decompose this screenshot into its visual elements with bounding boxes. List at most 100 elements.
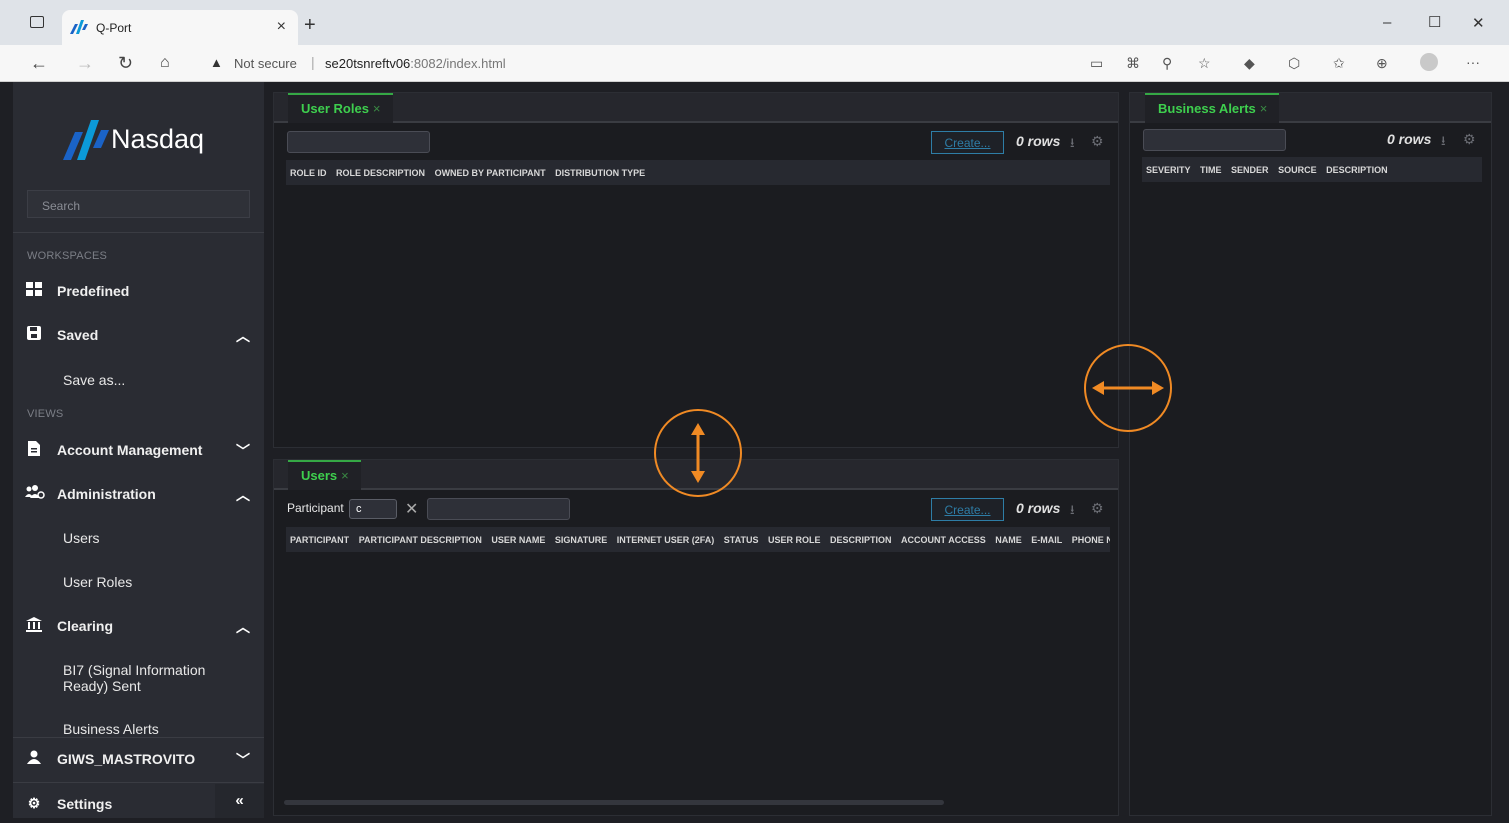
- download-icon[interactable]: ⭳: [1070, 134, 1075, 156]
- extension-icon[interactable]: ◆: [1244, 55, 1255, 72]
- chevron-down-icon[interactable]: ﹀: [236, 441, 250, 461]
- favorite-star-icon[interactable]: ☆: [1198, 55, 1211, 72]
- app-available-icon[interactable]: ⌘: [1126, 55, 1140, 72]
- sidebar-item-label: Predefined: [57, 283, 130, 299]
- business-alerts-filter-input[interactable]: [1143, 129, 1286, 151]
- horizontal-scrollbar[interactable]: [284, 800, 944, 805]
- tab-label: User Roles: [301, 101, 369, 116]
- column-header[interactable]: PARTICIPANT: [290, 535, 349, 545]
- sidebar-item-clearing[interactable]: Clearing ︿: [13, 605, 264, 645]
- create-user-button[interactable]: Create...: [931, 498, 1004, 521]
- column-header[interactable]: NAME: [995, 535, 1022, 545]
- minimize-button[interactable]: –: [1383, 14, 1391, 31]
- participant-input[interactable]: c: [349, 499, 397, 519]
- puzzle-icon[interactable]: ⬡: [1288, 55, 1300, 72]
- column-header[interactable]: STATUS: [724, 535, 759, 545]
- close-tab-icon[interactable]: ×: [373, 101, 381, 116]
- column-header[interactable]: SENDER: [1231, 165, 1269, 175]
- sidebar-item-label: Settings: [57, 796, 113, 812]
- column-header[interactable]: USER NAME: [491, 535, 545, 545]
- new-tab-button[interactable]: +: [304, 14, 316, 37]
- column-header[interactable]: OWNED BY PARTICIPANT: [435, 168, 546, 178]
- sidebar-item-label: Clearing: [57, 618, 114, 634]
- sidebar-subitem-user-roles[interactable]: User Roles: [63, 574, 132, 590]
- column-header[interactable]: INTERNET USER (2FA): [617, 535, 715, 545]
- sidebar-item-label: Administration: [57, 486, 156, 502]
- document-icon: [25, 441, 43, 459]
- sidebar-search-input[interactable]: Search: [27, 190, 250, 218]
- close-tab-icon[interactable]: ×: [1260, 101, 1268, 116]
- back-arrow-icon[interactable]: ←: [30, 53, 48, 74]
- favorites-icon[interactable]: ✩: [1333, 55, 1345, 72]
- table-header: SEVERITY TIME SENDER SOURCE DESCRIPTION: [1142, 157, 1482, 182]
- sidebar-item-administration[interactable]: Administration ︿: [13, 473, 264, 513]
- sidebar-item-predefined[interactable]: Predefined: [13, 270, 264, 310]
- collapse-sidebar-button[interactable]: «: [215, 784, 264, 818]
- read-aloud-icon[interactable]: ▭: [1090, 55, 1103, 72]
- refresh-icon[interactable]: ↻: [118, 53, 133, 74]
- sidebar-subitem-save-as[interactable]: Save as...: [63, 372, 125, 388]
- sidebar-item-settings[interactable]: ⚙ Settings: [13, 783, 213, 823]
- sidebar-item-saved[interactable]: Saved ︿: [13, 314, 264, 354]
- more-menu-icon[interactable]: ···: [1466, 54, 1480, 70]
- tab-business-alerts[interactable]: Business Alerts ×: [1145, 93, 1280, 123]
- column-header[interactable]: DISTRIBUTION TYPE: [555, 168, 645, 178]
- tab-actions-icon[interactable]: [30, 16, 44, 28]
- sidebar-item-user-account[interactable]: GIWS_MASTROVITO ﹀: [13, 738, 264, 778]
- column-header[interactable]: E-MAIL: [1031, 535, 1062, 545]
- horizontal-resize-annotation[interactable]: [1084, 344, 1172, 432]
- chevron-up-icon[interactable]: ︿: [236, 617, 250, 637]
- browser-tab[interactable]: Q-Port ×: [62, 10, 298, 45]
- tab-user-roles[interactable]: User Roles ×: [288, 93, 393, 123]
- gear-icon: ⚙: [27, 795, 41, 811]
- column-header[interactable]: DESCRIPTION: [1326, 165, 1388, 175]
- home-icon[interactable]: ⌂: [160, 54, 170, 72]
- gear-icon[interactable]: ⚙: [1091, 133, 1104, 150]
- key-icon[interactable]: ⚲: [1162, 55, 1172, 72]
- close-tab-icon[interactable]: ×: [341, 468, 349, 483]
- user-roles-filter-input[interactable]: [287, 131, 430, 153]
- gear-icon[interactable]: ⚙: [1463, 131, 1476, 148]
- users-cog-icon: [25, 485, 45, 503]
- users-panel: Users × Participant c ✕ Create... 0 rows …: [273, 459, 1119, 816]
- row-count: 0 rows: [1016, 133, 1061, 149]
- users-filter-input[interactable]: [427, 498, 570, 520]
- url-input[interactable]: se20tsnreftv06:8082/index.html: [325, 56, 506, 71]
- not-secure-label[interactable]: Not secure: [234, 56, 297, 71]
- maximize-button[interactable]: ☐: [1428, 13, 1441, 31]
- column-header[interactable]: TIME: [1200, 165, 1222, 175]
- tab-users[interactable]: Users ×: [288, 460, 361, 490]
- column-header[interactable]: ROLE ID: [290, 168, 327, 178]
- chevron-up-icon[interactable]: ︿: [236, 326, 250, 346]
- column-header[interactable]: SEVERITY: [1146, 165, 1191, 175]
- column-header[interactable]: SOURCE: [1278, 165, 1317, 175]
- divider: [13, 232, 264, 233]
- sidebar-subitem-bi7[interactable]: BI7 (Signal Information Ready) Sent: [63, 662, 233, 694]
- vertical-resize-annotation[interactable]: [654, 409, 742, 497]
- column-header[interactable]: DESCRIPTION: [830, 535, 892, 545]
- column-header[interactable]: USER ROLE: [768, 535, 821, 545]
- column-header[interactable]: PARTICIPANT DESCRIPTION: [359, 535, 482, 545]
- address-bar: ← → ↻ ⌂ ▲ Not secure | se20tsnreftv06:80…: [0, 45, 1509, 82]
- gear-icon[interactable]: ⚙: [1091, 500, 1104, 517]
- chevron-up-icon[interactable]: ︿: [236, 485, 250, 505]
- sidebar-subitem-users[interactable]: Users: [63, 530, 100, 546]
- tab-close-icon[interactable]: ×: [277, 18, 286, 36]
- column-header[interactable]: PHONE N: [1072, 535, 1110, 545]
- column-header[interactable]: SIGNATURE: [555, 535, 607, 545]
- column-header[interactable]: ACCOUNT ACCESS: [901, 535, 986, 545]
- sidebar-item-account-management[interactable]: Account Management ﹀: [13, 429, 264, 469]
- clear-participant-icon[interactable]: ✕: [405, 499, 418, 519]
- horizontal-resize-arrow-icon: [1092, 381, 1164, 395]
- sidebar-item-label: Saved: [57, 327, 99, 343]
- column-header[interactable]: ROLE DESCRIPTION: [336, 168, 425, 178]
- forward-arrow-icon[interactable]: →: [76, 53, 94, 74]
- chevron-down-icon[interactable]: ﹀: [236, 750, 250, 770]
- sidebar-subitem-business-alerts[interactable]: Business Alerts: [63, 721, 159, 737]
- download-icon[interactable]: ⭳: [1441, 132, 1446, 154]
- profile-avatar-icon[interactable]: [1420, 53, 1438, 71]
- close-window-button[interactable]: ✕: [1472, 14, 1485, 32]
- download-icon[interactable]: ⭳: [1070, 501, 1075, 523]
- collections-icon[interactable]: ⊕: [1376, 55, 1388, 72]
- create-user-role-button[interactable]: Create...: [931, 131, 1004, 154]
